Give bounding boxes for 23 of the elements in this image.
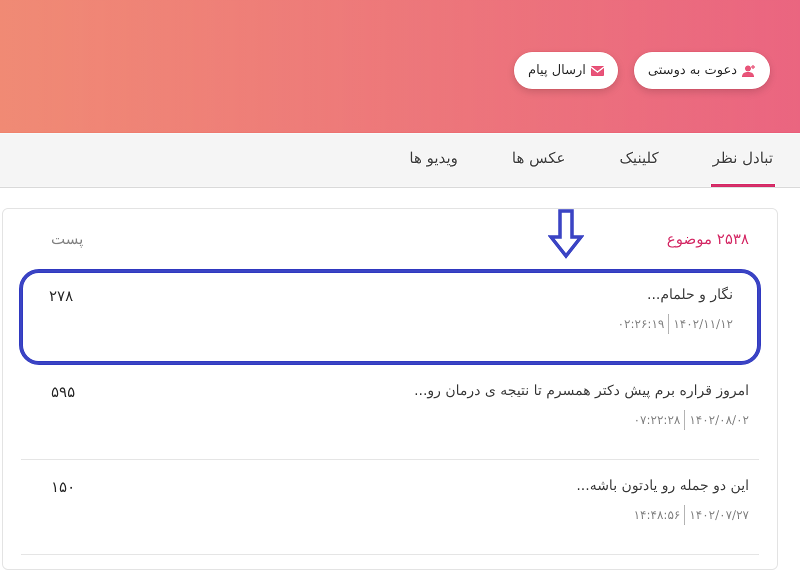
topic-time: ۱۴:۴۸:۵۶ bbox=[634, 507, 680, 524]
invite-button[interactable]: دعوت به دوستی bbox=[634, 52, 770, 89]
topic-date: ۱۴۰۲/۰۷/۲۷ bbox=[689, 507, 749, 524]
post-count: ۱۵۰ bbox=[51, 477, 76, 498]
down-arrow-icon bbox=[548, 209, 584, 259]
topic-link[interactable]: امروز قراره برم پیش دکتر همسرم تا نتیجه ی درمان رو... bbox=[414, 381, 749, 402]
tab[interactable]: تبادل نظر bbox=[710, 132, 775, 187]
topic-link[interactable]: نگار و حلمام... bbox=[618, 285, 733, 306]
topic-date: ۱۴۰۲/۱۱/۱۲ bbox=[673, 316, 733, 333]
topic-link[interactable]: این دو جمله رو یادتون باشه... bbox=[576, 476, 749, 497]
tab[interactable]: ویدیو ها bbox=[407, 132, 460, 187]
topic-time: ۰۷:۲۲:۲۸ bbox=[634, 412, 680, 429]
envelope-icon bbox=[590, 66, 604, 76]
tab[interactable]: عکس ها bbox=[510, 132, 568, 187]
topic-date: ۱۴۰۲/۰۸/۰۲ bbox=[689, 412, 749, 429]
person-add-icon bbox=[742, 64, 756, 76]
post-count: ۲۷۸ bbox=[49, 286, 74, 307]
column-label: پست bbox=[51, 228, 84, 250]
message-button[interactable]: ارسال پیام bbox=[514, 52, 618, 89]
tab[interactable]: کلینیک bbox=[618, 132, 661, 187]
topic-time: ۰۲:۲۶:۱۹ bbox=[618, 316, 664, 333]
post-count: ۵۹۵ bbox=[51, 382, 76, 403]
topic-count: ۲۵۳۸ موضوع bbox=[666, 228, 749, 250]
